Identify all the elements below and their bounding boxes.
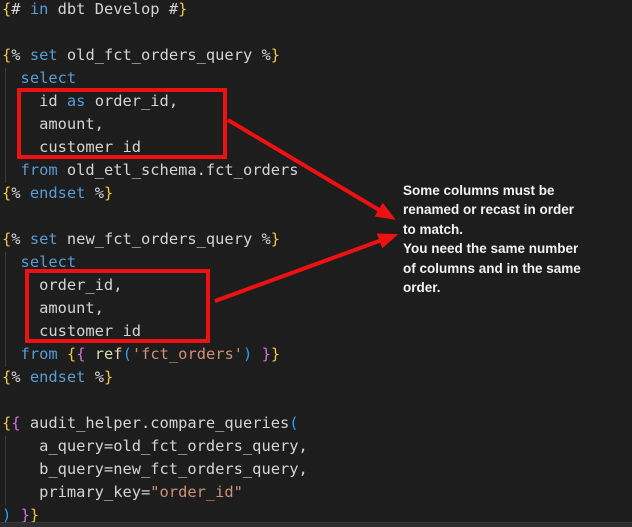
bottom-edge-strip [0, 522, 632, 527]
annotation-note: Some columns must be renamed or recast i… [403, 181, 618, 297]
indent-guide [5, 436, 6, 505]
note-line: of columns and in the same [403, 259, 618, 278]
note-line: to match. [403, 220, 618, 239]
note-line: You need the same number [403, 239, 618, 258]
indent-guide [5, 252, 6, 367]
note-line: Some columns must be [403, 181, 618, 200]
code-editor-text[interactable]: {# in dbt Develop #} {% set old_fct_orde… [2, 0, 308, 527]
note-line: renamed or recast in order [403, 200, 618, 219]
indent-guide [5, 68, 6, 183]
code-editor-screenshot: {# in dbt Develop #} {% set old_fct_orde… [0, 0, 632, 527]
note-line: order. [403, 278, 618, 297]
